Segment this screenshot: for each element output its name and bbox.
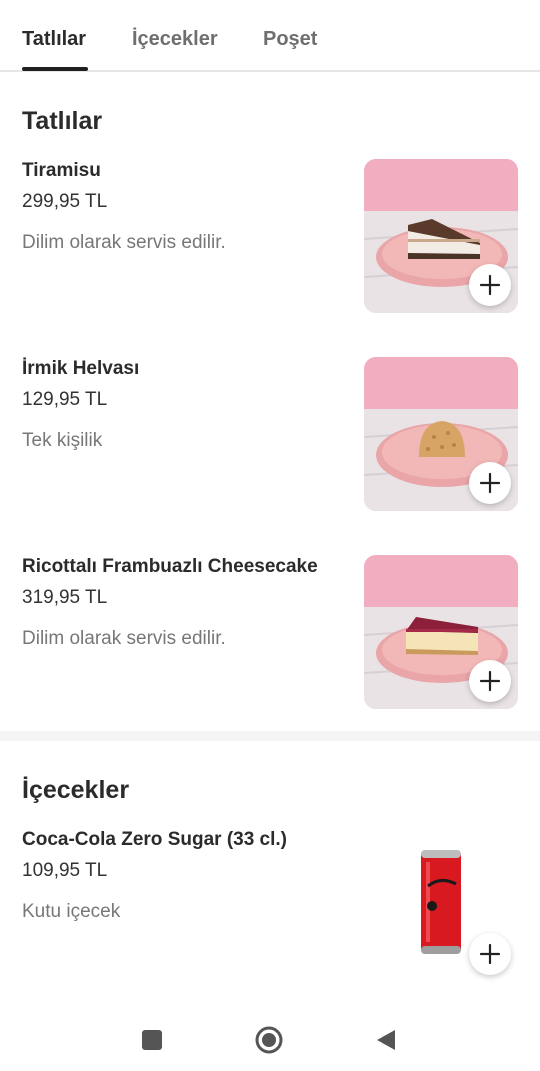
tab-icecekler[interactable]: İçecekler [132, 28, 218, 51]
product-price: 319,95 TL [22, 587, 108, 608]
system-navigation-bar [0, 1005, 540, 1071]
plus-icon [479, 670, 501, 692]
triangle-back-icon [377, 1030, 395, 1050]
product-name: Ricottalı Frambuazlı Cheesecake [22, 556, 318, 577]
section-divider [0, 731, 540, 741]
product-card-tiramisu[interactable]: Tiramisu 299,95 TL Dilim olarak servis e… [0, 159, 540, 330]
add-button[interactable] [469, 660, 511, 702]
product-price: 109,95 TL [22, 860, 108, 881]
home-button[interactable] [252, 1023, 286, 1057]
product-price: 299,95 TL [22, 191, 108, 212]
recents-button[interactable] [135, 1023, 169, 1057]
product-name: Tiramisu [22, 160, 101, 181]
product-description: Dilim olarak servis edilir. [22, 628, 226, 649]
section-title-icecekler: İçecekler [22, 776, 130, 804]
plus-icon [479, 943, 501, 965]
product-card-coca-cola-zero[interactable]: Coca-Cola Zero Sugar (33 cl.) 109,95 TL … [0, 828, 540, 999]
add-button[interactable] [469, 264, 511, 306]
square-icon [142, 1030, 162, 1050]
product-description: Tek kişilik [22, 430, 103, 451]
circle-icon [255, 1026, 283, 1054]
product-card-cheesecake[interactable]: Ricottalı Frambuazlı Cheesecake 319,95 T… [0, 555, 540, 726]
add-button[interactable] [469, 933, 511, 975]
product-description: Dilim olarak servis edilir. [22, 232, 226, 253]
tab-tatlilar[interactable]: Tatlılar [22, 28, 86, 51]
add-button[interactable] [469, 462, 511, 504]
product-name: İrmik Helvası [22, 358, 140, 379]
active-tab-indicator [22, 67, 88, 71]
product-description: Kutu içecek [22, 901, 121, 922]
product-card-irmik-helvasi[interactable]: İrmik Helvası 129,95 TL Tek kişilik [0, 357, 540, 528]
category-tabs: Tatlılar İçecekler Poşet [0, 0, 540, 72]
back-button[interactable] [369, 1023, 403, 1057]
section-title-tatlilar: Tatlılar [22, 107, 103, 135]
plus-icon [479, 274, 501, 296]
product-price: 129,95 TL [22, 389, 108, 410]
product-name: Coca-Cola Zero Sugar (33 cl.) [22, 829, 288, 850]
plus-icon [479, 472, 501, 494]
tab-poset[interactable]: Poşet [263, 28, 317, 51]
